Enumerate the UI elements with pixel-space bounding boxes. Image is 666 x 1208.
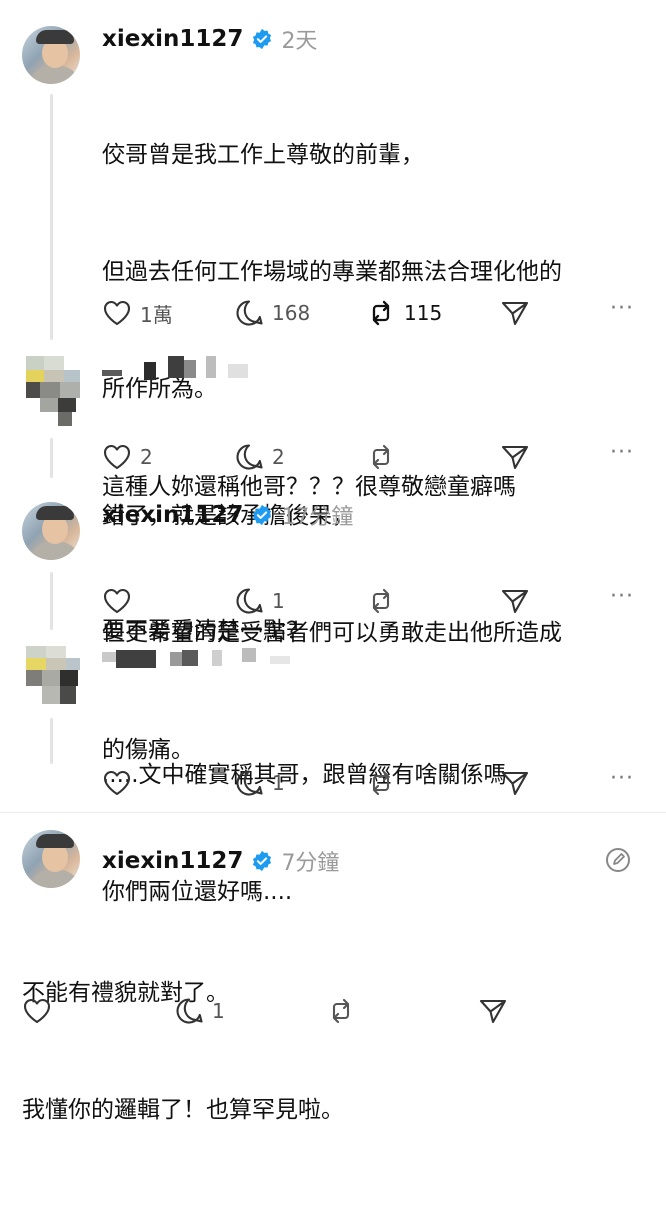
- more-icon[interactable]: ···: [610, 766, 634, 791]
- share-button[interactable]: [500, 298, 530, 328]
- like-button[interactable]: [22, 997, 174, 1025]
- repost-button[interactable]: [366, 586, 500, 616]
- reply-count: 1: [272, 589, 285, 613]
- reply-button[interactable]: 1: [234, 586, 366, 616]
- post-header: xiexin1127 2天: [102, 22, 317, 56]
- reply-button[interactable]: 1: [174, 996, 326, 1026]
- like-button[interactable]: [102, 587, 234, 615]
- action-bar: 2 2: [102, 440, 530, 474]
- comment-icon: [176, 998, 203, 1024]
- avatar[interactable]: [22, 502, 80, 560]
- avatar[interactable]: [22, 356, 82, 428]
- share-button[interactable]: [500, 442, 530, 472]
- comment-icon: [236, 770, 263, 796]
- post-text: 不能有禮貌就對了。 我懂你的邏輯了！也算罕見啦。: [22, 896, 344, 1208]
- action-bar: 1萬 168 115: [102, 296, 530, 330]
- repost-icon: [372, 300, 390, 326]
- text-line: 佼哥曾是我工作上尊敬的前輩，: [102, 142, 424, 168]
- repost-button[interactable]: [366, 768, 500, 798]
- divider: [0, 812, 666, 813]
- heart-icon: [103, 300, 131, 326]
- verified-icon: [253, 28, 272, 50]
- avatar[interactable]: [22, 830, 80, 888]
- heart-icon: [103, 770, 131, 796]
- post-header: xiexin1127 7分鐘: [102, 844, 339, 878]
- heart-icon: [103, 588, 131, 614]
- text-line: 我懂你的邏輯了！也算罕見啦。: [22, 1097, 344, 1123]
- repost-count: 115: [404, 301, 443, 325]
- share-button[interactable]: [500, 586, 530, 616]
- edit-icon[interactable]: [604, 846, 632, 874]
- reply-button[interactable]: 2: [234, 442, 366, 472]
- thread-line: [50, 718, 53, 764]
- thread-line: [50, 94, 53, 340]
- share-icon: [501, 301, 529, 326]
- action-bar: 1: [102, 584, 530, 618]
- thread-line: [50, 572, 53, 630]
- verified-icon: [253, 504, 272, 526]
- comment-icon: [236, 300, 263, 326]
- repost-button[interactable]: [326, 996, 478, 1026]
- share-button[interactable]: [478, 996, 508, 1026]
- verified-icon: [253, 850, 272, 872]
- comment-icon: [236, 444, 263, 470]
- repost-button[interactable]: [366, 442, 500, 472]
- share-icon: [501, 771, 529, 796]
- username-blurred[interactable]: [102, 356, 262, 386]
- post-header: xiexin1127 17分鐘: [102, 498, 353, 532]
- like-button[interactable]: [102, 769, 234, 797]
- more-icon[interactable]: ···: [610, 440, 634, 465]
- action-bar: 1: [22, 994, 508, 1028]
- avatar[interactable]: [22, 646, 82, 710]
- repost-icon: [372, 588, 390, 614]
- comment-icon: [236, 588, 263, 614]
- reply-button[interactable]: 168: [234, 298, 366, 328]
- username-blurred[interactable]: [102, 646, 292, 676]
- repost-button[interactable]: 115: [366, 298, 500, 328]
- more-icon[interactable]: ···: [610, 296, 634, 321]
- heart-icon: [103, 444, 131, 470]
- timestamp: 7分鐘: [281, 851, 340, 876]
- like-button[interactable]: 2: [102, 443, 234, 471]
- like-count: 2: [140, 445, 153, 469]
- timestamp: 2天: [281, 29, 318, 54]
- repost-icon: [332, 998, 350, 1024]
- username[interactable]: xiexin1127: [102, 502, 243, 528]
- timestamp: 17分鐘: [281, 505, 354, 530]
- reply-count: 168: [272, 301, 311, 325]
- like-button[interactable]: 1萬: [102, 299, 234, 328]
- avatar[interactable]: [22, 26, 80, 84]
- like-count: 1萬: [140, 302, 173, 327]
- more-icon[interactable]: ···: [610, 584, 634, 609]
- reply-button[interactable]: 1: [234, 768, 366, 798]
- reply-count: 1: [212, 999, 225, 1023]
- share-button[interactable]: [500, 768, 530, 798]
- text-line: 但過去任何工作場域的專業都無法合理化他的: [102, 259, 562, 285]
- reply-count: 2: [272, 445, 285, 469]
- username[interactable]: xiexin1127: [102, 848, 243, 874]
- repost-icon: [372, 444, 390, 470]
- reply-count: 1: [272, 771, 285, 795]
- username[interactable]: xiexin1127: [102, 26, 243, 52]
- share-icon: [501, 589, 529, 614]
- heart-icon: [23, 998, 51, 1024]
- share-icon: [479, 999, 507, 1024]
- action-bar: 1: [102, 766, 530, 800]
- repost-icon: [372, 770, 390, 796]
- share-icon: [501, 445, 529, 470]
- thread-line: [50, 438, 53, 478]
